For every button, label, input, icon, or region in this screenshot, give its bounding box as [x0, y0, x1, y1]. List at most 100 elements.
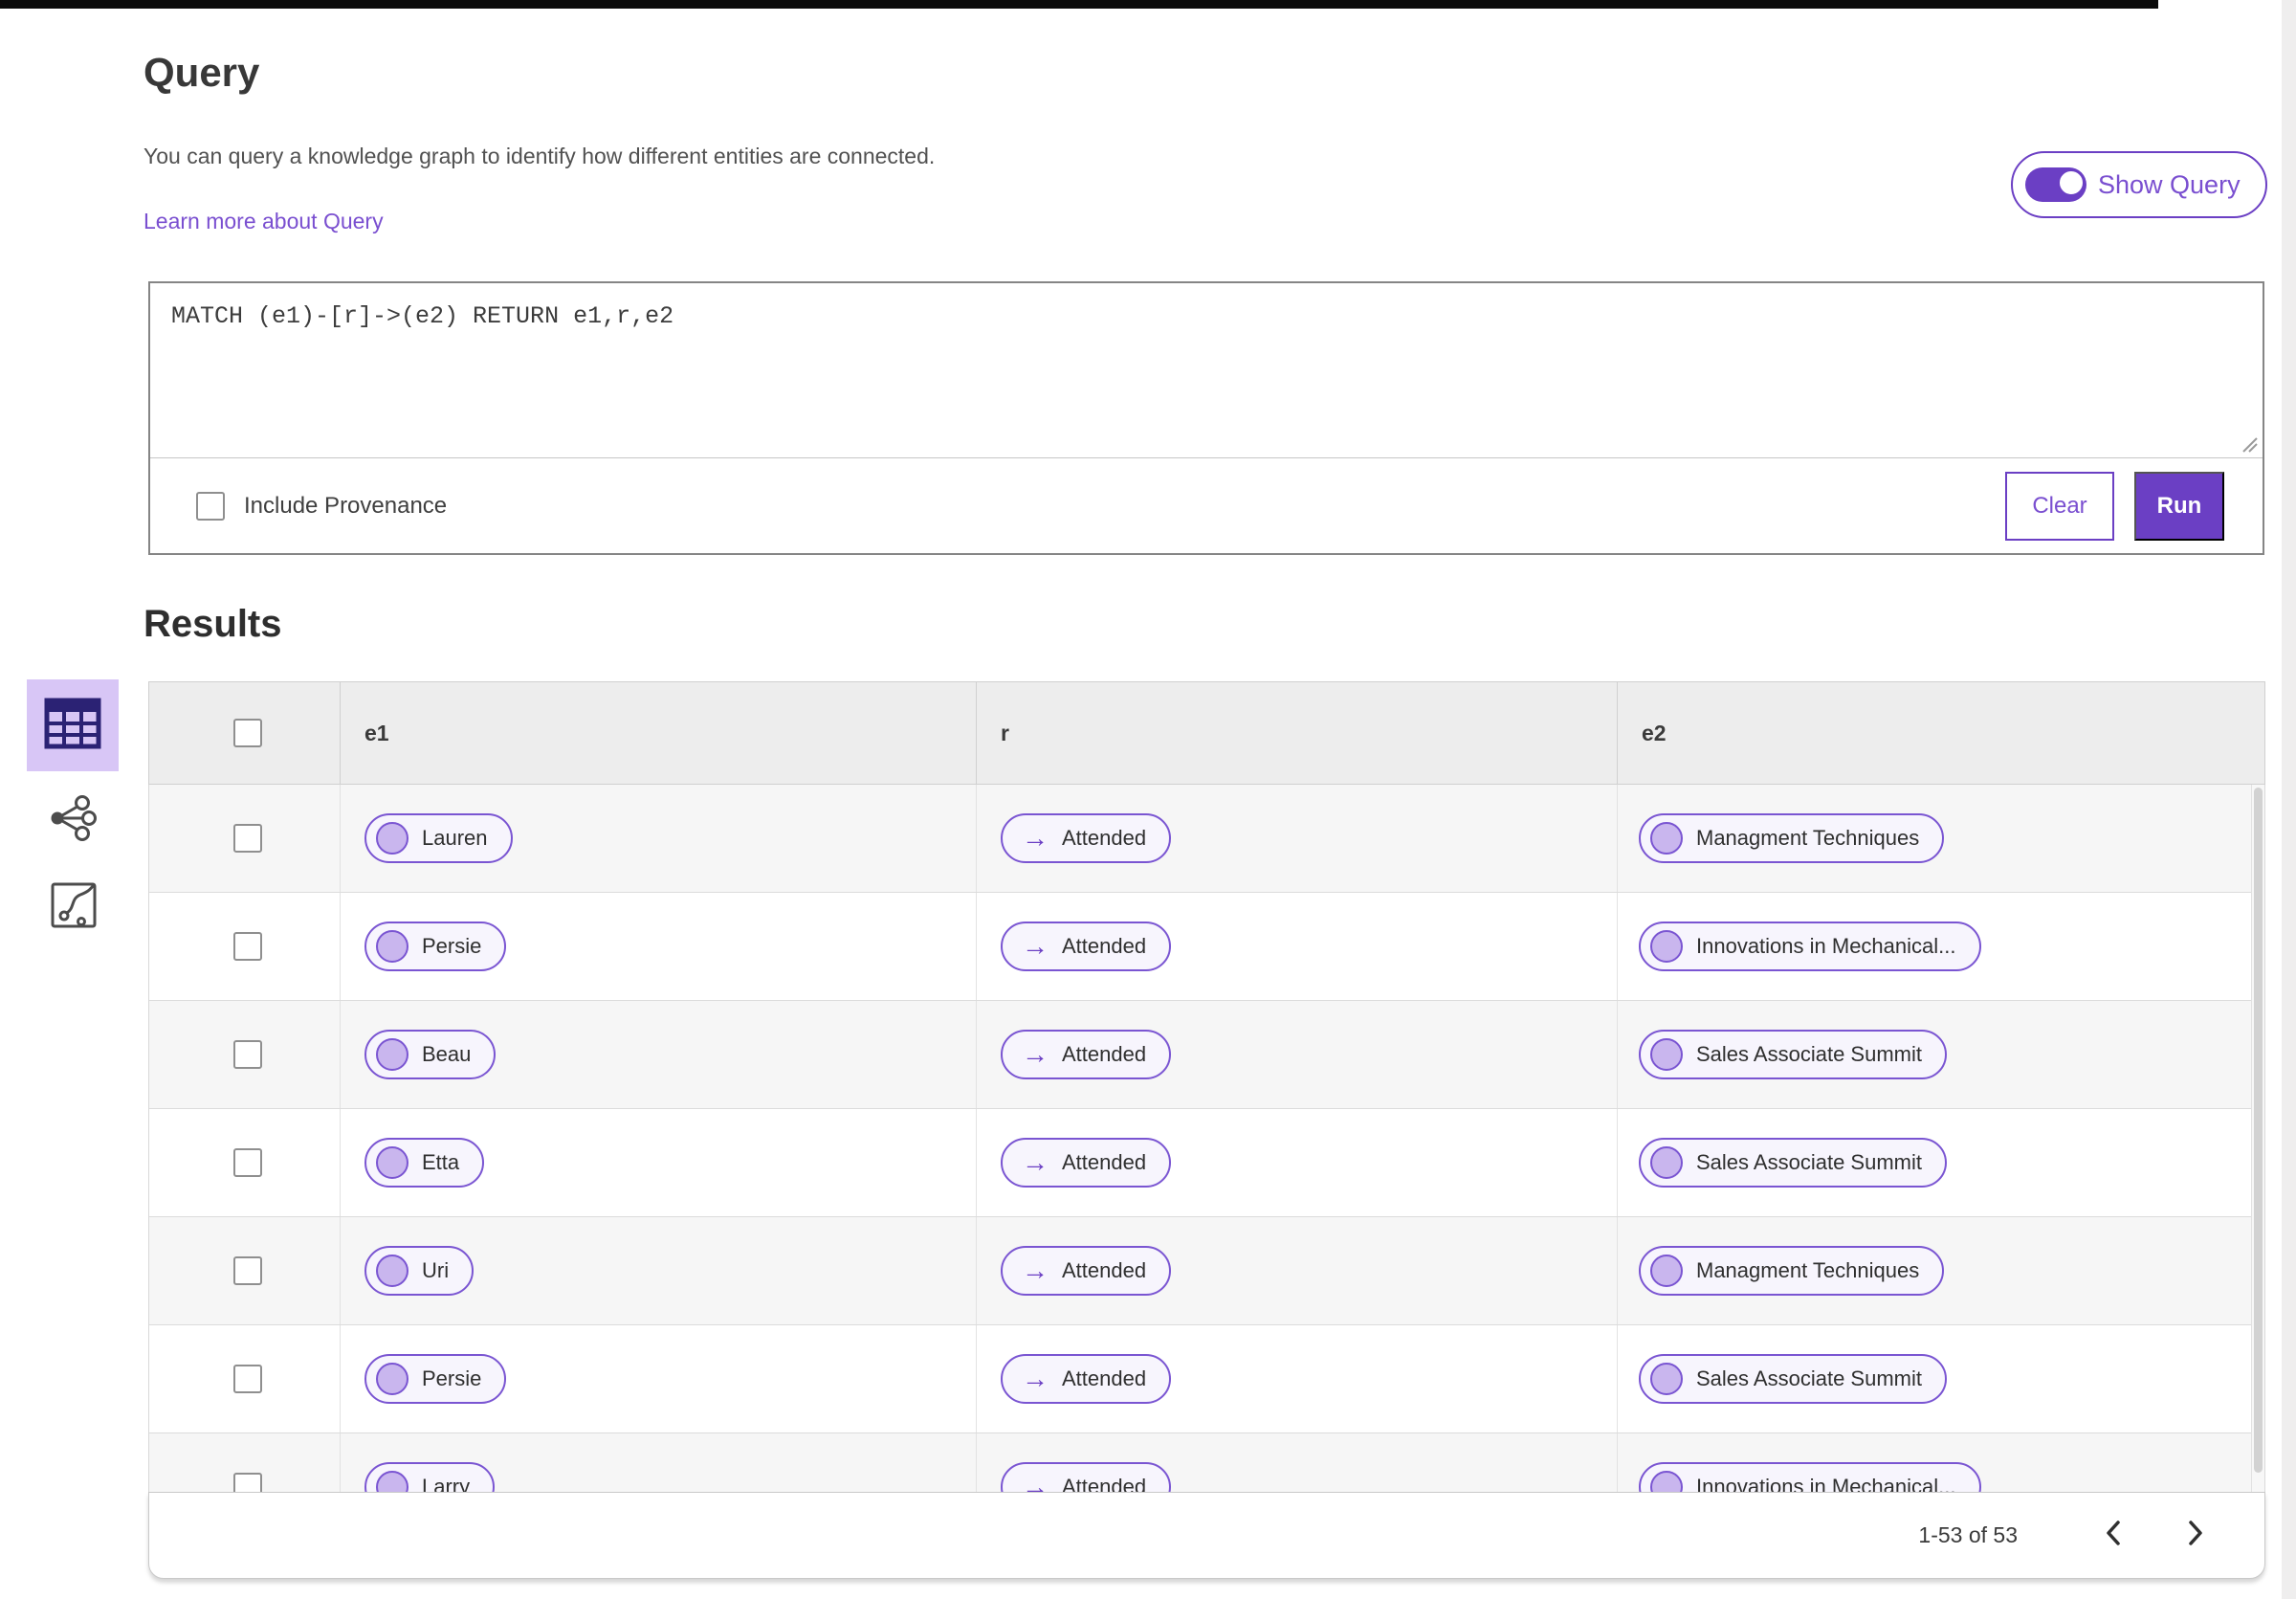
clear-button[interactable]: Clear — [2005, 471, 2114, 541]
table-view-icon — [44, 698, 101, 754]
window-top-bar — [0, 0, 2158, 9]
row-checkbox[interactable] — [233, 824, 262, 853]
entity-label: Innovations in Mechanical... — [1696, 934, 1956, 958]
table-body: Lauren → Attended Managment Techniques P… — [148, 785, 2265, 1493]
table-header-row: e1 r e2 — [148, 681, 2265, 785]
relation-pill[interactable]: → Attended — [1001, 813, 1172, 863]
entity-pill[interactable]: Persie — [364, 922, 507, 971]
table-row: Etta → Attended Sales Associate Summit — [149, 1109, 2264, 1217]
query-actions-bar: Include Provenance Clear Run — [150, 457, 2263, 553]
relation-label: Attended — [1062, 1366, 1147, 1390]
graph-view-icon — [48, 793, 98, 848]
relation-label: Attended — [1062, 1150, 1147, 1174]
path-view-button[interactable] — [50, 881, 98, 934]
graph-view-button[interactable] — [48, 793, 98, 848]
entity-node-icon — [1650, 1146, 1683, 1179]
row-checkbox[interactable] — [233, 1148, 262, 1177]
entity-label: Managment Techniques — [1696, 826, 1920, 850]
entity-pill[interactable]: Managment Techniques — [1639, 1246, 1945, 1296]
path-view-icon — [50, 881, 98, 934]
entity-label: Beau — [422, 1042, 472, 1066]
entity-pill[interactable]: Managment Techniques — [1639, 813, 1945, 863]
entity-node-icon — [1650, 822, 1683, 855]
relation-label: Attended — [1062, 934, 1147, 958]
page-scrollbar[interactable] — [2282, 0, 2296, 1599]
row-checkbox[interactable] — [233, 1256, 262, 1285]
column-header-r: r — [977, 682, 1618, 784]
entity-node-icon — [1650, 930, 1683, 963]
entity-pill[interactable]: Sales Associate Summit — [1639, 1138, 1947, 1188]
entity-pill[interactable]: Innovations in Mechanical... — [1639, 922, 1981, 971]
entity-pill[interactable]: Etta — [364, 1138, 485, 1188]
entity-label: Larry — [422, 1475, 471, 1493]
entity-node-icon — [376, 1363, 408, 1395]
entity-pill[interactable]: Beau — [364, 1030, 497, 1079]
arrow-right-icon: → — [1022, 1364, 1049, 1393]
table-row: Persie → Attended Innovations in Mechani… — [149, 893, 2264, 1001]
relation-label: Attended — [1062, 1258, 1147, 1282]
entity-label: Innovations in Mechanical... — [1696, 1475, 1956, 1493]
entity-node-icon — [376, 1038, 408, 1071]
table-row: Lauren → Attended Managment Techniques — [149, 785, 2264, 893]
relation-pill[interactable]: → Attended — [1001, 1354, 1172, 1404]
table-view-button[interactable] — [27, 679, 119, 771]
entity-node-icon — [1650, 1255, 1683, 1287]
include-provenance-group[interactable]: Include Provenance — [196, 491, 447, 521]
previous-page-button[interactable] — [2092, 1515, 2134, 1557]
entity-pill[interactable]: Sales Associate Summit — [1639, 1354, 1947, 1404]
resize-handle-icon[interactable] — [2240, 434, 2259, 458]
entity-pill[interactable]: Innovations in Mechanical... — [1639, 1462, 1981, 1493]
include-provenance-checkbox[interactable] — [196, 491, 225, 521]
column-header-e2: e2 — [1642, 720, 1667, 745]
entity-label: Sales Associate Summit — [1696, 1150, 1922, 1174]
entity-pill[interactable]: Lauren — [364, 813, 513, 863]
show-query-label: Show Query — [2098, 169, 2241, 199]
entity-pill[interactable]: Sales Associate Summit — [1639, 1030, 1947, 1079]
relation-label: Attended — [1062, 1475, 1147, 1493]
show-query-toggle-button[interactable]: Show Query — [2011, 151, 2267, 218]
toggle-on-icon[interactable] — [2025, 167, 2086, 202]
chevron-left-icon — [2103, 1519, 2124, 1552]
arrow-right-icon: → — [1022, 1255, 1049, 1285]
relation-pill[interactable]: → Attended — [1001, 922, 1172, 971]
table-row: Persie → Attended Sales Associate Summit — [149, 1325, 2264, 1433]
table-row: Beau → Attended Sales Associate Summit — [149, 1001, 2264, 1109]
toggle-knob — [2058, 169, 2085, 196]
entity-label: Managment Techniques — [1696, 1258, 1920, 1282]
table-row: Larry → Attended Innovations in Mechanic… — [149, 1433, 2264, 1493]
next-page-button[interactable] — [2175, 1515, 2217, 1557]
entity-node-icon — [376, 1471, 408, 1493]
table-scrollbar[interactable] — [2251, 785, 2264, 1493]
entity-node-icon — [376, 1255, 408, 1287]
query-description: You can query a knowledge graph to ident… — [144, 144, 936, 168]
entity-pill[interactable]: Larry — [364, 1462, 496, 1493]
arrow-right-icon: → — [1022, 1472, 1049, 1494]
arrow-right-icon: → — [1022, 931, 1049, 961]
entity-node-icon — [376, 1146, 408, 1179]
relation-pill[interactable]: → Attended — [1001, 1246, 1172, 1296]
entity-label: Uri — [422, 1258, 450, 1282]
relation-pill[interactable]: → Attended — [1001, 1030, 1172, 1079]
entity-pill[interactable]: Persie — [364, 1354, 507, 1404]
relation-label: Attended — [1062, 826, 1147, 850]
entity-label: Lauren — [422, 826, 488, 850]
row-checkbox[interactable] — [233, 1365, 262, 1393]
row-checkbox[interactable] — [233, 932, 262, 961]
entity-node-icon — [1650, 1471, 1683, 1493]
entity-label: Persie — [422, 934, 482, 958]
learn-more-link[interactable]: Learn more about Query — [144, 209, 384, 234]
select-all-checkbox[interactable] — [233, 719, 262, 747]
arrow-right-icon: → — [1022, 1147, 1049, 1177]
query-textarea[interactable]: MATCH (e1)-[r]->(e2) RETURN e1,r,e2 — [171, 302, 2234, 330]
row-checkbox[interactable] — [233, 1040, 262, 1069]
entity-label: Etta — [422, 1150, 460, 1174]
row-checkbox[interactable] — [233, 1473, 262, 1493]
relation-label: Attended — [1062, 1042, 1147, 1066]
entity-pill[interactable]: Uri — [364, 1246, 475, 1296]
relation-pill[interactable]: → Attended — [1001, 1138, 1172, 1188]
relation-pill[interactable]: → Attended — [1001, 1462, 1172, 1494]
run-button[interactable]: Run — [2134, 471, 2224, 541]
entity-label: Persie — [422, 1366, 482, 1390]
chevron-right-icon — [2185, 1519, 2206, 1552]
entity-node-icon — [376, 930, 408, 963]
